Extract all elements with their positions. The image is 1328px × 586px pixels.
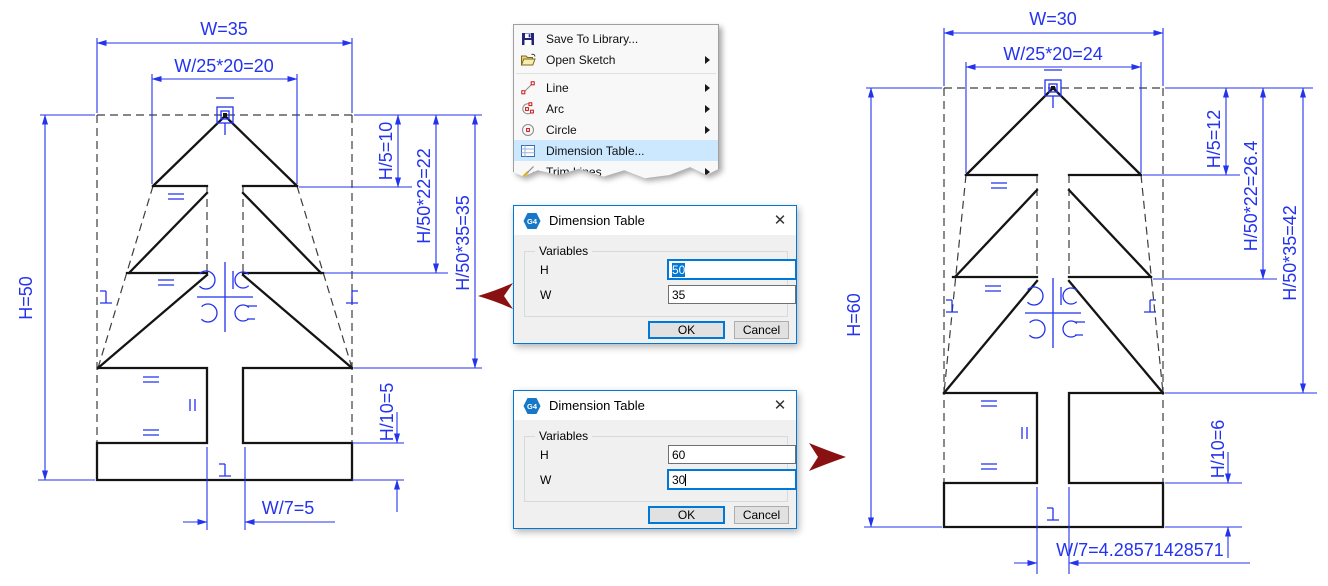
dim-w[interactable]: W=30: [1029, 9, 1077, 29]
h-input[interactable]: 50: [668, 260, 796, 279]
submenu-arrow-icon: [705, 84, 710, 92]
variables-group: Variables H 50 W 35: [524, 251, 788, 317]
group-label: Variables: [535, 244, 592, 258]
dim-h5[interactable]: H/5=12: [1204, 110, 1224, 169]
dim-w-sub[interactable]: W/25*20=20: [174, 56, 274, 76]
dim-h10[interactable]: H/10=6: [1208, 420, 1228, 479]
menu-separator: [516, 73, 716, 74]
menu-item-trim-lines[interactable]: Trim Lines: [514, 161, 718, 182]
dim-h[interactable]: H=60: [844, 293, 864, 337]
w-input[interactable]: 30: [668, 470, 796, 489]
dim-h22[interactable]: H/50*22=26.4: [1241, 141, 1261, 252]
variables-group: Variables H 60 W 30: [524, 436, 788, 502]
dim-h35[interactable]: H/50*35=42: [1280, 205, 1300, 301]
menu-item-label: Dimension Table...: [546, 144, 718, 158]
line-icon: [520, 80, 536, 96]
open-folder-icon: [520, 52, 536, 68]
app-g4-icon: G4: [523, 397, 541, 415]
dialog-title: Dimension Table: [549, 213, 645, 228]
ok-button[interactable]: OK: [648, 506, 725, 524]
dim-w7[interactable]: W/7=4.28571428571: [1056, 540, 1224, 560]
constraint-glyphs-right: [946, 70, 1156, 520]
submenu-arrow-icon: [705, 105, 710, 113]
close-icon[interactable]: ✕: [764, 391, 796, 420]
constraint-glyphs-left: [100, 98, 358, 476]
field-label-h: H: [540, 448, 549, 462]
menu-item-open-sketch[interactable]: Open Sketch: [514, 49, 718, 70]
submenu-arrow-icon: [705, 168, 710, 176]
dialog-title-bar[interactable]: G4 Dimension Table ✕: [514, 206, 796, 235]
dimension-table-icon: [520, 143, 536, 159]
h-value: 60: [672, 448, 685, 462]
menu-item-label: Save To Library...: [546, 32, 718, 46]
dim-h5[interactable]: H/5=10: [376, 122, 396, 181]
field-label-h: H: [540, 263, 549, 277]
dim-w-sub[interactable]: W/25*20=24: [1003, 44, 1103, 64]
dim-h35[interactable]: H/50*35=35: [453, 195, 473, 291]
group-label: Variables: [535, 429, 592, 443]
field-label-w: W: [540, 473, 551, 487]
right-tree-drawing: W=30 W/25*20=24 H=60 H/5=12 H/50*22=26.4…: [844, 9, 1317, 574]
arc-icon: [520, 101, 536, 117]
menu-item-label: Circle: [546, 123, 705, 137]
menu-item-label: Line: [546, 81, 705, 95]
menu-item-circle[interactable]: Circle: [514, 119, 718, 140]
cancel-button[interactable]: Cancel: [734, 321, 789, 339]
cancel-button[interactable]: Cancel: [734, 506, 789, 524]
submenu-arrow-icon: [705, 56, 710, 64]
dim-h10[interactable]: H/10=5: [377, 383, 397, 442]
circle-icon: [520, 122, 536, 138]
svg-text:G4: G4: [527, 402, 538, 411]
left-tree-drawing: W=35 W/25*20=20 H=50 H/5=10 H/50*22=22 H…: [16, 19, 482, 530]
w-input[interactable]: 35: [668, 285, 796, 304]
dim-w[interactable]: W=35: [200, 19, 248, 39]
menu-item-save-to-library[interactable]: Save To Library...: [514, 28, 718, 49]
dim-w7[interactable]: W/7=5: [262, 498, 315, 518]
dimension-table-dialog-2: G4 Dimension Table ✕ Variables H 60 W 30…: [513, 390, 797, 529]
save-icon: [520, 31, 536, 47]
text-caret: [685, 474, 686, 486]
callout-arrow-left-icon: [478, 283, 513, 309]
menu-item-label: Arc: [546, 102, 705, 116]
dialog-title: Dimension Table: [549, 398, 645, 413]
submenu-arrow-icon: [705, 126, 710, 134]
menu-item-arc[interactable]: Arc: [514, 98, 718, 119]
dimension-table-dialog-1: G4 Dimension Table ✕ Variables H 50 W 35…: [513, 205, 797, 344]
h-input[interactable]: 60: [668, 445, 796, 464]
ok-button[interactable]: OK: [648, 321, 725, 339]
app-g4-icon: G4: [523, 212, 541, 230]
close-icon[interactable]: ✕: [764, 206, 796, 235]
callout-arrow-right-icon: [809, 443, 846, 471]
menu-item-label: Open Sketch: [546, 53, 705, 67]
menu-item-dimension-table[interactable]: Dimension Table...: [514, 140, 718, 161]
menu-item-line[interactable]: Line: [514, 77, 718, 98]
field-label-w: W: [540, 288, 551, 302]
svg-text:G4: G4: [527, 217, 538, 226]
screenshot-stage: W=35 W/25*20=20 H=50 H/5=10 H/50*22=22 H…: [0, 0, 1328, 586]
h-value-selected: 50: [672, 263, 685, 277]
dialog-title-bar[interactable]: G4 Dimension Table ✕: [514, 391, 796, 420]
w-value: 35: [672, 288, 685, 302]
w-value: 30: [672, 473, 685, 487]
menu-item-label: Trim Lines: [546, 165, 705, 179]
dim-h[interactable]: H=50: [16, 276, 36, 320]
context-menu: Save To Library... Open Sketch Line Arc …: [513, 24, 719, 183]
trim-icon: [520, 164, 536, 180]
dim-h22[interactable]: H/50*22=22: [414, 148, 434, 244]
